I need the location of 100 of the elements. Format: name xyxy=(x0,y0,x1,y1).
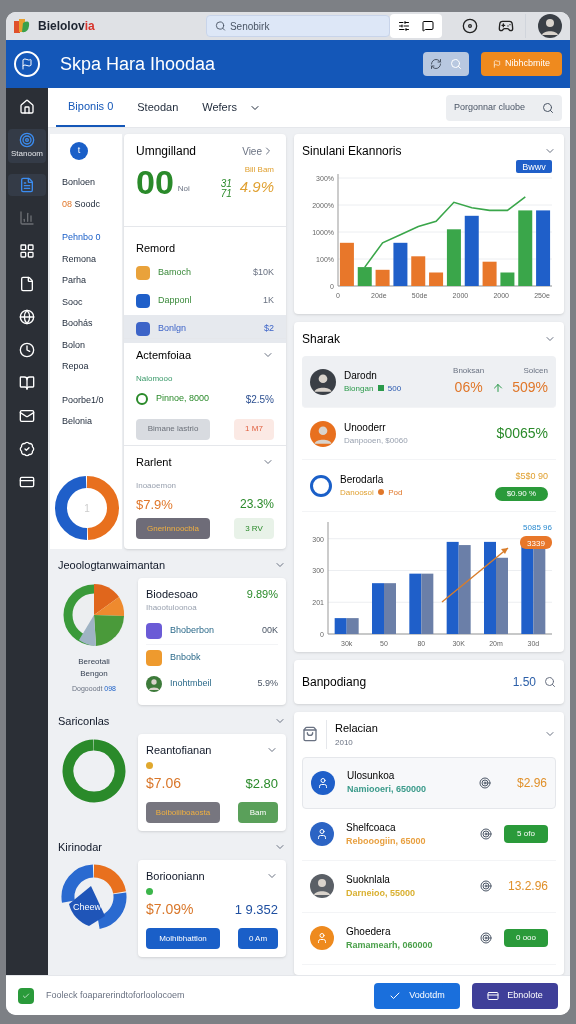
brand-name: Bielolovia xyxy=(38,18,96,35)
card-value: $2.80 xyxy=(245,774,278,793)
card-title: Sinulani Ekannoris xyxy=(302,143,402,160)
list-row[interactable]: Bonlgn $2 xyxy=(124,315,286,343)
row-value: $5$0 90 xyxy=(515,469,548,483)
list-row[interactable]: Berodarla Danoosoi Pod $5$0 90 $0.90 % xyxy=(302,460,556,512)
list-row[interactable]: Shelfcoaca Rebooogiin, 65000 5 ofo xyxy=(302,808,556,861)
record-icon[interactable] xyxy=(462,18,478,34)
marker-icon xyxy=(377,385,384,391)
grid-icon xyxy=(19,243,35,259)
secondary-button[interactable]: Ebnolote xyxy=(472,982,558,1009)
refresh-icon xyxy=(429,58,442,70)
nav-item[interactable]: Parha xyxy=(62,274,122,288)
row-subtitle: Biongan 500 xyxy=(344,383,403,395)
message-icon[interactable] xyxy=(422,20,434,32)
list-row[interactable]: Bamoch $10K xyxy=(124,259,286,287)
status-text: Fooleck foaparerindtoforloolocoem xyxy=(46,988,186,1002)
list-label: Bnbobk xyxy=(170,651,202,665)
donut-chart: Cheew xyxy=(61,863,127,930)
toggle-icon[interactable] xyxy=(480,880,492,892)
card-title: Rarlent xyxy=(136,455,172,470)
card-value: 1.50 xyxy=(512,674,536,691)
file-icon xyxy=(19,276,35,292)
search-button[interactable] xyxy=(422,52,469,76)
list-label: Dapponl xyxy=(158,294,193,308)
card-subtitle: Inoaoemon xyxy=(136,480,177,490)
nav-button[interactable]: Stanoom xyxy=(8,129,46,163)
nav-count: 08 Soodc xyxy=(62,197,102,211)
list-row[interactable]: Unooderr Danpooen, $0060 $0065% xyxy=(302,408,556,460)
search-input[interactable]: Senobirk xyxy=(229,18,381,34)
bar xyxy=(464,215,479,286)
page-title: Skpa Hara Ihoodaa xyxy=(60,52,216,76)
primary-button[interactable]: Molhibhattlon xyxy=(146,928,220,949)
list-label: Inohtmbeil xyxy=(170,677,213,691)
bar xyxy=(429,272,444,286)
bar xyxy=(375,269,390,286)
list-label: Pinnoe, 8000 xyxy=(156,392,211,406)
card-value: $7.9% xyxy=(136,495,173,514)
list-row[interactable]: Ghoedera Ramamearh, 060000 0 ooo xyxy=(302,912,556,965)
list-row[interactable]: Ulosunkoa Namiooeri, 650000 $2.96 xyxy=(302,756,556,809)
search-input[interactable]: Porgonnar cluobe xyxy=(454,100,542,115)
search-icon[interactable] xyxy=(544,676,556,688)
nav-item[interactable]: Repoa xyxy=(62,360,122,374)
card-icon xyxy=(19,474,35,490)
marker-icon xyxy=(378,489,385,495)
card-subtitle: Nalomooo xyxy=(136,373,173,383)
nav-title: Bonloen xyxy=(62,176,97,189)
filter-icon[interactable] xyxy=(398,20,410,32)
nav-item[interactable]: Boohás xyxy=(62,317,122,331)
row-title: Berodarla xyxy=(340,473,385,487)
tab[interactable]: Wefers xyxy=(190,88,273,127)
list-row[interactable]: Dapponl 1K xyxy=(124,287,286,315)
list-value: $2.5% xyxy=(245,392,274,407)
card-value: 1 9.352 xyxy=(234,900,278,919)
list-row[interactable]: Darodn Biongan 500 Bnoksan 06% Solcen 509% xyxy=(302,356,556,408)
secondary-button[interactable]: 0 Am xyxy=(238,928,278,949)
nav-item[interactable]: Sooc xyxy=(62,295,122,309)
card-title: Banpodiang xyxy=(302,674,368,691)
row-title: Unooderr xyxy=(344,421,387,435)
card-title: Reantofianan xyxy=(146,742,212,758)
bar xyxy=(334,618,347,634)
bar xyxy=(339,242,354,286)
list-label: Bamoch xyxy=(158,266,193,280)
toggle-icon[interactable] xyxy=(480,932,492,944)
clock-icon xyxy=(19,342,35,358)
search-field[interactable]: Porgonnar cluobe xyxy=(446,94,562,121)
card-value: $7.06 xyxy=(146,774,182,793)
list-row[interactable]: Suoknlala Darneioo, 55000 13.2.96 xyxy=(302,860,556,913)
row-button[interactable]: 5 ofo xyxy=(504,825,548,843)
nav-item[interactable]: Pehnbo 0 xyxy=(62,231,122,245)
trend-arrow xyxy=(441,547,509,603)
logo-icon xyxy=(14,51,40,77)
gamepad-icon[interactable] xyxy=(498,18,514,34)
toggle-icon[interactable] xyxy=(479,776,491,789)
confirm-button[interactable]: Vodotdm xyxy=(374,982,460,1009)
row-title: Darodn xyxy=(344,369,378,383)
list-value: $2 xyxy=(264,322,274,336)
list-value: 00K xyxy=(262,624,278,638)
search-icon xyxy=(542,101,554,114)
row-value: 13.2.96 xyxy=(506,878,548,895)
section-title: Jeoologtanwaimantan xyxy=(58,558,166,573)
stat-label: Bnoksan xyxy=(453,365,485,377)
bag-icon xyxy=(302,726,318,743)
book-icon xyxy=(19,375,35,391)
card-value: 9.89% xyxy=(246,586,278,602)
row-button[interactable]: 0 ooo xyxy=(504,929,548,947)
nav-item[interactable]: Bolon xyxy=(62,338,122,352)
search-field[interactable]: Senobirk xyxy=(206,15,390,37)
nav-item[interactable]: Remona xyxy=(62,252,122,266)
view-link[interactable]: Viee xyxy=(242,142,274,160)
secondary-button[interactable]: 3 RV xyxy=(234,518,274,539)
bar xyxy=(384,583,396,634)
card-title: Remord xyxy=(135,242,177,254)
row-subtitle: Ramamearh, 060000 xyxy=(346,938,434,952)
stat-value: 06% xyxy=(454,378,483,397)
chart-icon xyxy=(19,210,35,226)
tab[interactable]: Steodan xyxy=(125,88,191,127)
status-badge: $0.90 % xyxy=(494,487,548,502)
card-title: Boriooniann xyxy=(146,868,205,884)
toggle-icon[interactable] xyxy=(480,828,492,840)
